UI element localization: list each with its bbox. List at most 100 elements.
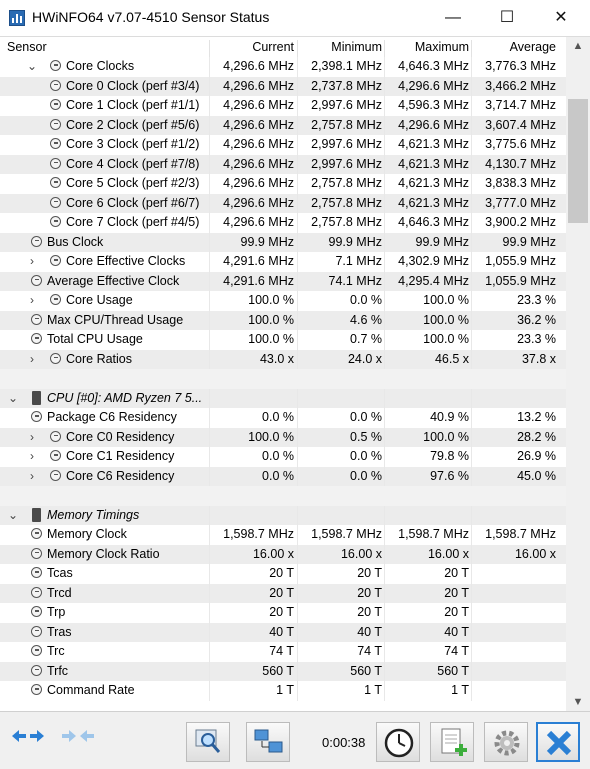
sensor-row[interactable]: › Core Usage 100.0 % 0.0 % 100.0 % 23.3 % bbox=[0, 291, 566, 311]
sensor-group-row[interactable]: ⌄ Memory Timings bbox=[0, 505, 566, 525]
sensor-row[interactable]: Memory Clock 1,598.7 MHz 1,598.7 MHz 1,598.… bbox=[0, 525, 566, 545]
sensor-row[interactable]: Total CPU Usage 100.0 % 0.7 % 100.0 % 23.3 % bbox=[0, 330, 566, 350]
sensor-row[interactable]: Core 5 Clock (perf #2/3) 4,296.6 MHz 2,757… bbox=[0, 174, 566, 194]
expand-chevron-icon[interactable]: › bbox=[27, 430, 37, 444]
minimum-value: 40 T bbox=[357, 624, 382, 639]
minimum-value: 0.0 % bbox=[350, 293, 382, 307]
average-value: 36.2 % bbox=[517, 312, 556, 327]
sensor-clock-icon bbox=[50, 118, 61, 130]
header-minimum[interactable]: Minimum bbox=[298, 40, 382, 54]
sensor-row[interactable]: Trc 74 T 74 T 74 T bbox=[0, 642, 566, 662]
header-current[interactable]: Current bbox=[210, 40, 294, 54]
average-value: 3,775.6 MHz bbox=[485, 137, 556, 151]
sensor-row[interactable]: Command Rate 1 T 1 T 1 T bbox=[0, 681, 566, 701]
sensor-row[interactable]: › Core C6 Residency 0.0 % 0.0 % 97.6 % 45.0 % bbox=[0, 466, 566, 486]
collapse-chevron-icon[interactable]: ⌄ bbox=[8, 391, 18, 405]
minimum-value: 0.0 % bbox=[350, 449, 382, 463]
sensor-row[interactable]: › Core C0 Residency 100.0 % 0.5 % 100.0 % 28.… bbox=[0, 427, 566, 447]
header-average[interactable]: Average bbox=[472, 40, 556, 54]
maximum-value: 4,621.3 MHz bbox=[398, 137, 469, 151]
scroll-up-icon[interactable]: ▲ bbox=[566, 37, 590, 55]
maximize-button[interactable]: ☐ bbox=[484, 0, 530, 36]
minimum-value: 2,757.8 MHz bbox=[311, 195, 382, 210]
sensor-row[interactable]: Core 7 Clock (perf #4/5) 4,296.6 MHz 2,757… bbox=[0, 213, 566, 233]
average-value: 3,776.3 MHz bbox=[485, 59, 556, 73]
sensor-row[interactable]: Core 3 Clock (perf #1/2) 4,296.6 MHz 2,997… bbox=[0, 135, 566, 155]
sensor-name: Trc bbox=[47, 644, 65, 658]
expand-chevron-icon[interactable]: › bbox=[27, 293, 37, 307]
sensor-row[interactable]: Max CPU/Thread Usage 100.0 % 4.6 % 100.0 % 3… bbox=[0, 310, 566, 330]
sensor-grid[interactable]: Sensor Current Minimum Maximum Average ⌄… bbox=[0, 37, 566, 711]
sensor-search-button[interactable] bbox=[186, 722, 230, 762]
expand-chevron-icon[interactable]: › bbox=[27, 352, 37, 366]
sensor-clock-icon bbox=[50, 294, 61, 305]
minimum-value: 0.5 % bbox=[350, 429, 382, 444]
sensor-row[interactable]: Trcd 20 T 20 T 20 T bbox=[0, 583, 566, 603]
sensor-row[interactable]: ⌄ Core Clocks 4,296.6 MHz 2,398.1 MHz 4,646.… bbox=[0, 57, 566, 77]
sensor-row[interactable]: Tras 40 T 40 T 40 T bbox=[0, 622, 566, 642]
scroll-down-icon[interactable]: ▼ bbox=[566, 693, 590, 711]
sensor-row[interactable]: Core 4 Clock (perf #7/8) 4,296.6 MHz 2,997… bbox=[0, 154, 566, 174]
minimize-button[interactable]: — bbox=[430, 0, 476, 36]
sensor-row[interactable]: Trp 20 T 20 T 20 T bbox=[0, 603, 566, 623]
current-value: 16.00 x bbox=[252, 546, 294, 561]
clock-icon bbox=[384, 728, 414, 758]
current-value: 74 T bbox=[269, 644, 294, 658]
scroll-thumb[interactable] bbox=[568, 99, 588, 223]
sensor-row[interactable]: Bus Clock 99.9 MHz 99.9 MHz 99.9 MHz 99.9 MH… bbox=[0, 232, 566, 252]
column-separator bbox=[209, 388, 210, 408]
current-value: 4,296.6 MHz bbox=[223, 117, 294, 132]
current-value: 4,296.6 MHz bbox=[223, 215, 294, 229]
expand-collapse-alt-button[interactable] bbox=[54, 722, 98, 762]
logging-button[interactable] bbox=[430, 722, 474, 762]
collapse-chevron-icon[interactable]: ⌄ bbox=[27, 59, 37, 73]
sensor-group-row[interactable]: ⌄ CPU [#0]: AMD Ryzen 7 5... bbox=[0, 388, 566, 408]
sensor-clock-icon bbox=[31, 684, 42, 695]
close-sensors-button[interactable] bbox=[536, 722, 580, 762]
current-value: 20 T bbox=[269, 585, 294, 600]
expand-chevron-icon[interactable]: › bbox=[27, 254, 37, 268]
sensor-row[interactable]: Core 2 Clock (perf #5/6) 4,296.6 MHz 2,757… bbox=[0, 115, 566, 135]
collapse-chevron-icon[interactable]: ⌄ bbox=[8, 508, 18, 522]
reset-timer-button[interactable] bbox=[376, 722, 420, 762]
network-button[interactable] bbox=[246, 722, 290, 762]
expand-chevron-icon[interactable]: › bbox=[27, 469, 37, 483]
sensor-row[interactable]: Core 0 Clock (perf #3/4) 4,296.6 MHz 2,737… bbox=[0, 76, 566, 96]
settings-button[interactable] bbox=[484, 722, 528, 762]
current-value: 560 T bbox=[262, 663, 294, 678]
sensor-row[interactable]: Trfc 560 T 560 T 560 T bbox=[0, 661, 566, 681]
sensor-row[interactable]: Tcas 20 T 20 T 20 T bbox=[0, 564, 566, 584]
sensor-row[interactable]: Memory Clock Ratio 16.00 x 16.00 x 16.00 x 1… bbox=[0, 544, 566, 564]
minimum-value: 16.00 x bbox=[340, 546, 382, 561]
header-maximum[interactable]: Maximum bbox=[385, 40, 469, 54]
average-value: 3,714.7 MHz bbox=[485, 98, 556, 112]
minimum-value: 74 T bbox=[357, 644, 382, 658]
sensor-row[interactable]: › Core C1 Residency 0.0 % 0.0 % 79.8 % 26.9 % bbox=[0, 447, 566, 467]
sensor-clock-icon bbox=[50, 177, 61, 188]
average-value: 28.2 % bbox=[517, 429, 556, 444]
close-window-button[interactable]: ✕ bbox=[538, 0, 584, 36]
vertical-scrollbar[interactable]: ▲ ▼ bbox=[566, 37, 590, 711]
minimum-value: 2,757.8 MHz bbox=[311, 215, 382, 229]
network-computers-icon bbox=[254, 729, 283, 753]
maximum-value: 100.0 % bbox=[423, 312, 469, 327]
average-value: 45.0 % bbox=[517, 468, 556, 483]
sensor-name: Core 7 Clock (perf #4/5) bbox=[66, 215, 200, 229]
minimum-value: 560 T bbox=[350, 663, 382, 678]
sensor-clock-icon bbox=[50, 99, 61, 110]
sensor-row[interactable]: Core 1 Clock (perf #1/1) 4,296.6 MHz 2,997… bbox=[0, 96, 566, 116]
sensor-row[interactable]: › Core Effective Clocks 4,291.6 MHz 7.1 MHz… bbox=[0, 252, 566, 272]
expand-collapse-button[interactable] bbox=[4, 722, 48, 762]
column-separator bbox=[471, 681, 472, 701]
arrows-left-right-disabled-icon bbox=[62, 730, 94, 742]
maximum-value: 4,621.3 MHz bbox=[398, 195, 469, 210]
minimum-value: 24.0 x bbox=[347, 351, 382, 366]
minimum-value: 0.0 % bbox=[350, 410, 382, 424]
sensor-row[interactable]: Core 6 Clock (perf #6/7) 4,296.6 MHz 2,757… bbox=[0, 193, 566, 213]
sensor-row[interactable]: › Core Ratios 43.0 x 24.0 x 46.5 x 37.8 x bbox=[0, 349, 566, 369]
header-sensor[interactable]: Sensor bbox=[7, 40, 47, 54]
sensor-row[interactable]: Average Effective Clock 4,291.6 MHz 74.1 M… bbox=[0, 271, 566, 291]
sensor-row[interactable]: Package C6 Residency 0.0 % 0.0 % 40.9 % 13.2… bbox=[0, 408, 566, 428]
minimum-value: 2,997.6 MHz bbox=[311, 137, 382, 151]
expand-chevron-icon[interactable]: › bbox=[27, 449, 37, 463]
